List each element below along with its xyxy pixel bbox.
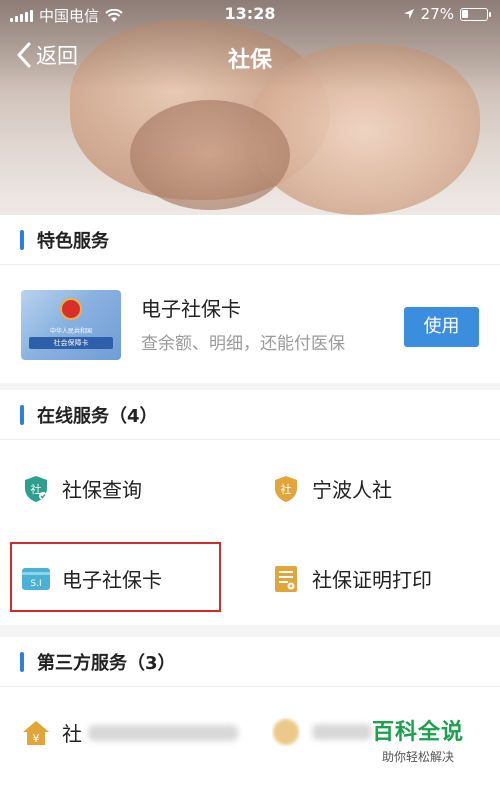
nav-bar: 返回 社保 xyxy=(0,30,500,80)
use-button[interactable]: 使用 xyxy=(404,307,479,347)
card-icon: S.I xyxy=(22,565,50,593)
house-icon: ¥ xyxy=(22,719,50,747)
svg-text:S.I: S.I xyxy=(30,579,41,589)
location-arrow-icon xyxy=(403,9,414,19)
third-party-heading: 第三方服务（3） xyxy=(0,637,500,687)
page-title: 社保 xyxy=(227,48,272,73)
featured-section: 特色服务 中华人民共和国 社会保障卡 电子社保卡 查余额、明细，还能付医保 使用 xyxy=(0,215,500,383)
social-security-query-item[interactable]: 社 社保查询 xyxy=(22,474,142,503)
watermark: 百科全说 助你轻松解决 xyxy=(358,714,478,765)
ningbo-hrss-item[interactable]: 社 宁波人社 xyxy=(272,474,392,503)
ningbo-hrss-label: 宁波人社 xyxy=(312,478,392,502)
certificate-print-item[interactable]: 社保证明打印 xyxy=(272,564,432,593)
third-party-item-1[interactable]: ¥ 社 xyxy=(22,718,238,747)
feature-description: 查余额、明细，还能付医保 xyxy=(141,334,345,354)
status-bar: 中国电信 13:28 27% xyxy=(0,0,500,28)
e-social-security-card-label: 电子社保卡 xyxy=(62,568,162,592)
certificate-print-label: 社保证明打印 xyxy=(312,568,432,592)
third-party-item-1-label: 社 xyxy=(62,722,82,746)
card-country-text: 中华人民共和国 xyxy=(49,328,92,335)
watermark-title: 百科全说 xyxy=(371,720,464,745)
battery-percent: 27% xyxy=(420,5,454,23)
e-card-feature[interactable]: 中华人民共和国 社会保障卡 电子社保卡 查余额、明细，还能付医保 使用 xyxy=(0,265,500,382)
battery-icon xyxy=(460,7,491,21)
watermark-subtitle: 助你轻松解决 xyxy=(381,750,454,764)
online-heading-text: 在线服务（4） xyxy=(37,405,158,427)
social-security-card-image: 中华人民共和国 社会保障卡 xyxy=(21,290,121,360)
document-icon xyxy=(272,565,300,593)
featured-heading-text: 特色服务 xyxy=(37,230,109,252)
national-emblem-icon xyxy=(60,298,82,320)
e-social-security-card-item[interactable]: S.I 电子社保卡 xyxy=(22,564,162,593)
shield-icon: 社 xyxy=(22,475,50,503)
svg-text:¥: ¥ xyxy=(33,732,40,745)
svg-text:社: 社 xyxy=(281,482,292,496)
third-party-item-2[interactable] xyxy=(272,718,372,746)
shield-icon: 社 xyxy=(272,475,300,503)
blurred-text xyxy=(88,724,238,741)
third-party-heading-text: 第三方服务（3） xyxy=(37,652,176,674)
featured-heading: 特色服务 xyxy=(0,215,500,265)
card-type-text: 社会保障卡 xyxy=(29,337,113,349)
social-security-query-label: 社保查询 xyxy=(62,478,142,502)
coin-icon xyxy=(272,718,300,746)
feature-title: 电子社保卡 xyxy=(141,297,241,321)
online-heading: 在线服务（4） xyxy=(0,390,500,440)
